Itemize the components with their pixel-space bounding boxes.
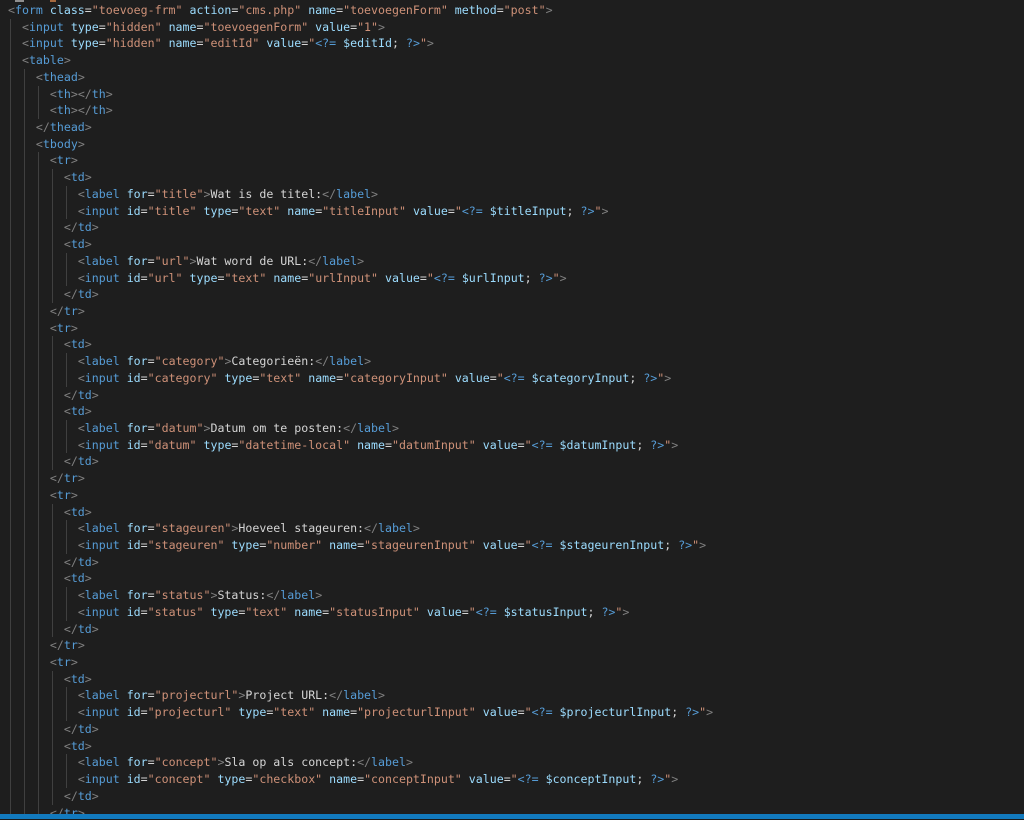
code-line[interactable]: </thead>: [0, 119, 1024, 136]
code-line-text: <label for="stageuren">Hoeveel stageuren…: [8, 521, 420, 535]
code-line-text: </td>: [8, 454, 99, 468]
code-line[interactable]: </tr>: [0, 637, 1024, 654]
code-line-text: <input id="stageuren" type="number" name…: [8, 538, 706, 552]
code-line[interactable]: <td>: [0, 504, 1024, 521]
code-line-text: <label for="projecturl">Project URL:</la…: [8, 688, 385, 702]
code-line[interactable]: </td>: [0, 621, 1024, 638]
code-line-text: <input id="datum" type="datetime-local" …: [8, 438, 678, 452]
code-line[interactable]: <th></th>: [0, 102, 1024, 119]
code-line-text: <td>: [8, 505, 92, 519]
code-line-text: <th></th>: [8, 87, 113, 101]
code-line-text: <input id="concept" type="checkbox" name…: [8, 772, 678, 786]
code-line[interactable]: <label for="url">Wat word de URL:</label…: [0, 253, 1024, 270]
code-line[interactable]: <input id="category" type="text" name="c…: [0, 370, 1024, 387]
code-line-text: <td>: [8, 672, 92, 686]
code-line[interactable]: </td>: [0, 554, 1024, 571]
code-line-text: <label for="status">Status:</label>: [8, 588, 322, 602]
code-line[interactable]: <input type="hidden" name="toevoegenForm…: [0, 19, 1024, 36]
code-line-text: </tr>: [8, 304, 85, 318]
code-line-text: </td>: [8, 789, 99, 803]
code-line[interactable]: <td>: [0, 336, 1024, 353]
code-line[interactable]: <label for="datum">Datum om te posten:</…: [0, 420, 1024, 437]
code-line-text: </thead>: [8, 120, 92, 134]
code-line-text: <input id="title" type="text" name="titl…: [8, 204, 608, 218]
code-line[interactable]: <tr>: [0, 654, 1024, 671]
code-line[interactable]: <tr>: [0, 152, 1024, 169]
code-line-text: </tr>: [8, 638, 85, 652]
code-line-text: <label for="concept">Sla op als concept:…: [8, 755, 413, 769]
code-line-text: <label for="url">Wat word de URL:</label…: [8, 254, 364, 268]
code-line[interactable]: </td>: [0, 219, 1024, 236]
code-line-text: <tbody>: [8, 137, 85, 151]
code-line[interactable]: <input type="hidden" name="editId" value…: [0, 35, 1024, 52]
code-line-text: <thead>: [8, 70, 85, 84]
code-line[interactable]: </tr>: [0, 470, 1024, 487]
code-line[interactable]: <tbody>: [0, 136, 1024, 153]
code-line[interactable]: <label for="concept">Sla op als concept:…: [0, 754, 1024, 771]
code-line-text: <input id="category" type="text" name="c…: [8, 371, 671, 385]
code-line[interactable]: <input id="concept" type="checkbox" name…: [0, 771, 1024, 788]
code-line-text: </td>: [8, 220, 99, 234]
code-line[interactable]: <form class="toevoeg-frm" action="cms.ph…: [0, 2, 1024, 19]
code-line[interactable]: <input id="status" type="text" name="sta…: [0, 604, 1024, 621]
code-line[interactable]: <label for="title">Wat is de titel:</lab…: [0, 186, 1024, 203]
code-line[interactable]: <label for="category">Categorieën:</labe…: [0, 353, 1024, 370]
code-line[interactable]: <tr>: [0, 320, 1024, 337]
code-line-text: <label for="title">Wat is de titel:</lab…: [8, 187, 378, 201]
code-line[interactable]: <td>: [0, 671, 1024, 688]
code-line[interactable]: </td>: [0, 721, 1024, 738]
code-line-text: <input id="projecturl" type="text" name=…: [8, 705, 713, 719]
code-line[interactable]: <input id="projecturl" type="text" name=…: [0, 704, 1024, 721]
code-line-text: <tr>: [8, 655, 78, 669]
code-line[interactable]: </td>: [0, 453, 1024, 470]
editor-code-area[interactable]: <form class="toevoeg-frm" action="cms.ph…: [0, 2, 1024, 820]
code-line-text: <td>: [8, 571, 92, 585]
code-line-text: <tr>: [8, 153, 78, 167]
code-line[interactable]: </td>: [0, 286, 1024, 303]
code-line-text: <td>: [8, 404, 92, 418]
code-line[interactable]: <td>: [0, 570, 1024, 587]
code-line-text: <table>: [8, 53, 71, 67]
code-line-text: </tr>: [8, 471, 85, 485]
code-line-text: <td>: [8, 337, 92, 351]
code-line[interactable]: <td>: [0, 169, 1024, 186]
code-line[interactable]: </tr>: [0, 303, 1024, 320]
code-line-text: <label for="datum">Datum om te posten:</…: [8, 421, 399, 435]
code-line[interactable]: <td>: [0, 403, 1024, 420]
code-line[interactable]: </td>: [0, 387, 1024, 404]
code-line[interactable]: <label for="status">Status:</label>: [0, 587, 1024, 604]
code-line-text: <td>: [8, 170, 92, 184]
code-line[interactable]: <input id="title" type="text" name="titl…: [0, 203, 1024, 220]
code-editor-viewport: <form class="toevoeg-frm" action="cms.ph…: [0, 0, 1024, 820]
code-line[interactable]: <tr>: [0, 487, 1024, 504]
code-line[interactable]: <label for="projecturl">Project URL:</la…: [0, 687, 1024, 704]
code-line[interactable]: <th></th>: [0, 86, 1024, 103]
code-line-text: </td>: [8, 555, 99, 569]
code-line-text: <input type="hidden" name="editId" value…: [8, 36, 434, 50]
code-line-text: </td>: [8, 388, 99, 402]
code-line-text: <td>: [8, 739, 92, 753]
code-line-text: </td>: [8, 287, 99, 301]
code-line[interactable]: <td>: [0, 738, 1024, 755]
code-line-text: <label for="category">Categorieën:</labe…: [8, 354, 371, 368]
code-line-text: <th></th>: [8, 103, 113, 117]
code-line[interactable]: <label for="stageuren">Hoeveel stageuren…: [0, 520, 1024, 537]
code-line-text: </td>: [8, 622, 99, 636]
code-line[interactable]: <table>: [0, 52, 1024, 69]
code-line-text: </td>: [8, 722, 99, 736]
code-line-text: <td>: [8, 237, 92, 251]
code-line-text: <form class="toevoeg-frm" action="cms.ph…: [8, 3, 553, 17]
code-line-text: <input id="url" type="text" name="urlInp…: [8, 271, 567, 285]
code-line[interactable]: <input id="stageuren" type="number" name…: [0, 537, 1024, 554]
code-line-text: <input type="hidden" name="toevoegenForm…: [8, 20, 385, 34]
code-line-text: <tr>: [8, 488, 78, 502]
code-line-text: <input id="status" type="text" name="sta…: [8, 605, 629, 619]
code-line[interactable]: <thead>: [0, 69, 1024, 86]
code-line[interactable]: <td>: [0, 236, 1024, 253]
code-line[interactable]: <input id="url" type="text" name="urlInp…: [0, 270, 1024, 287]
code-line[interactable]: </td>: [0, 788, 1024, 805]
code-line[interactable]: <input id="datum" type="datetime-local" …: [0, 437, 1024, 454]
code-line-text: <tr>: [8, 321, 78, 335]
